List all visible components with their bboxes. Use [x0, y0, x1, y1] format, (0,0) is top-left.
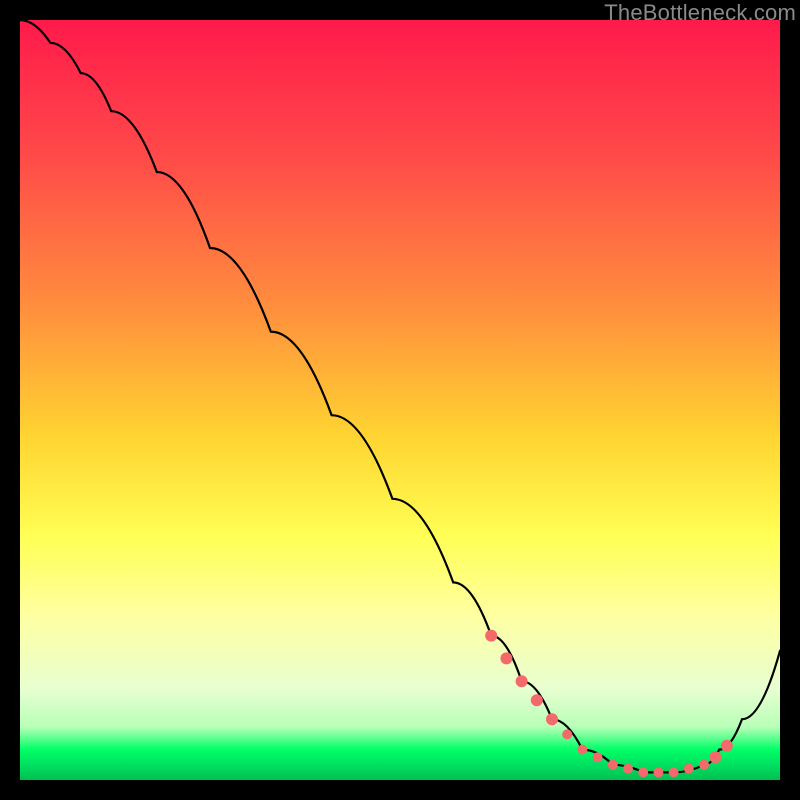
marker-point — [593, 752, 603, 762]
marker-point — [500, 652, 512, 664]
marker-point — [577, 745, 587, 755]
marker-point — [638, 767, 648, 777]
marker-group — [485, 630, 733, 778]
marker-point — [562, 729, 572, 739]
marker-point — [516, 675, 528, 687]
marker-point — [699, 760, 709, 770]
marker-point — [608, 760, 618, 770]
chart-frame: TheBottleneck.com — [0, 0, 800, 800]
plot-area — [20, 20, 780, 780]
marker-point — [531, 694, 543, 706]
marker-point — [684, 764, 694, 774]
bottleneck-curve — [20, 20, 780, 772]
chart-svg — [20, 20, 780, 780]
marker-point — [709, 751, 721, 763]
marker-point — [546, 713, 558, 725]
marker-point — [669, 767, 679, 777]
marker-point — [623, 764, 633, 774]
marker-point — [721, 740, 733, 752]
marker-point — [653, 767, 663, 777]
marker-point — [485, 630, 497, 642]
